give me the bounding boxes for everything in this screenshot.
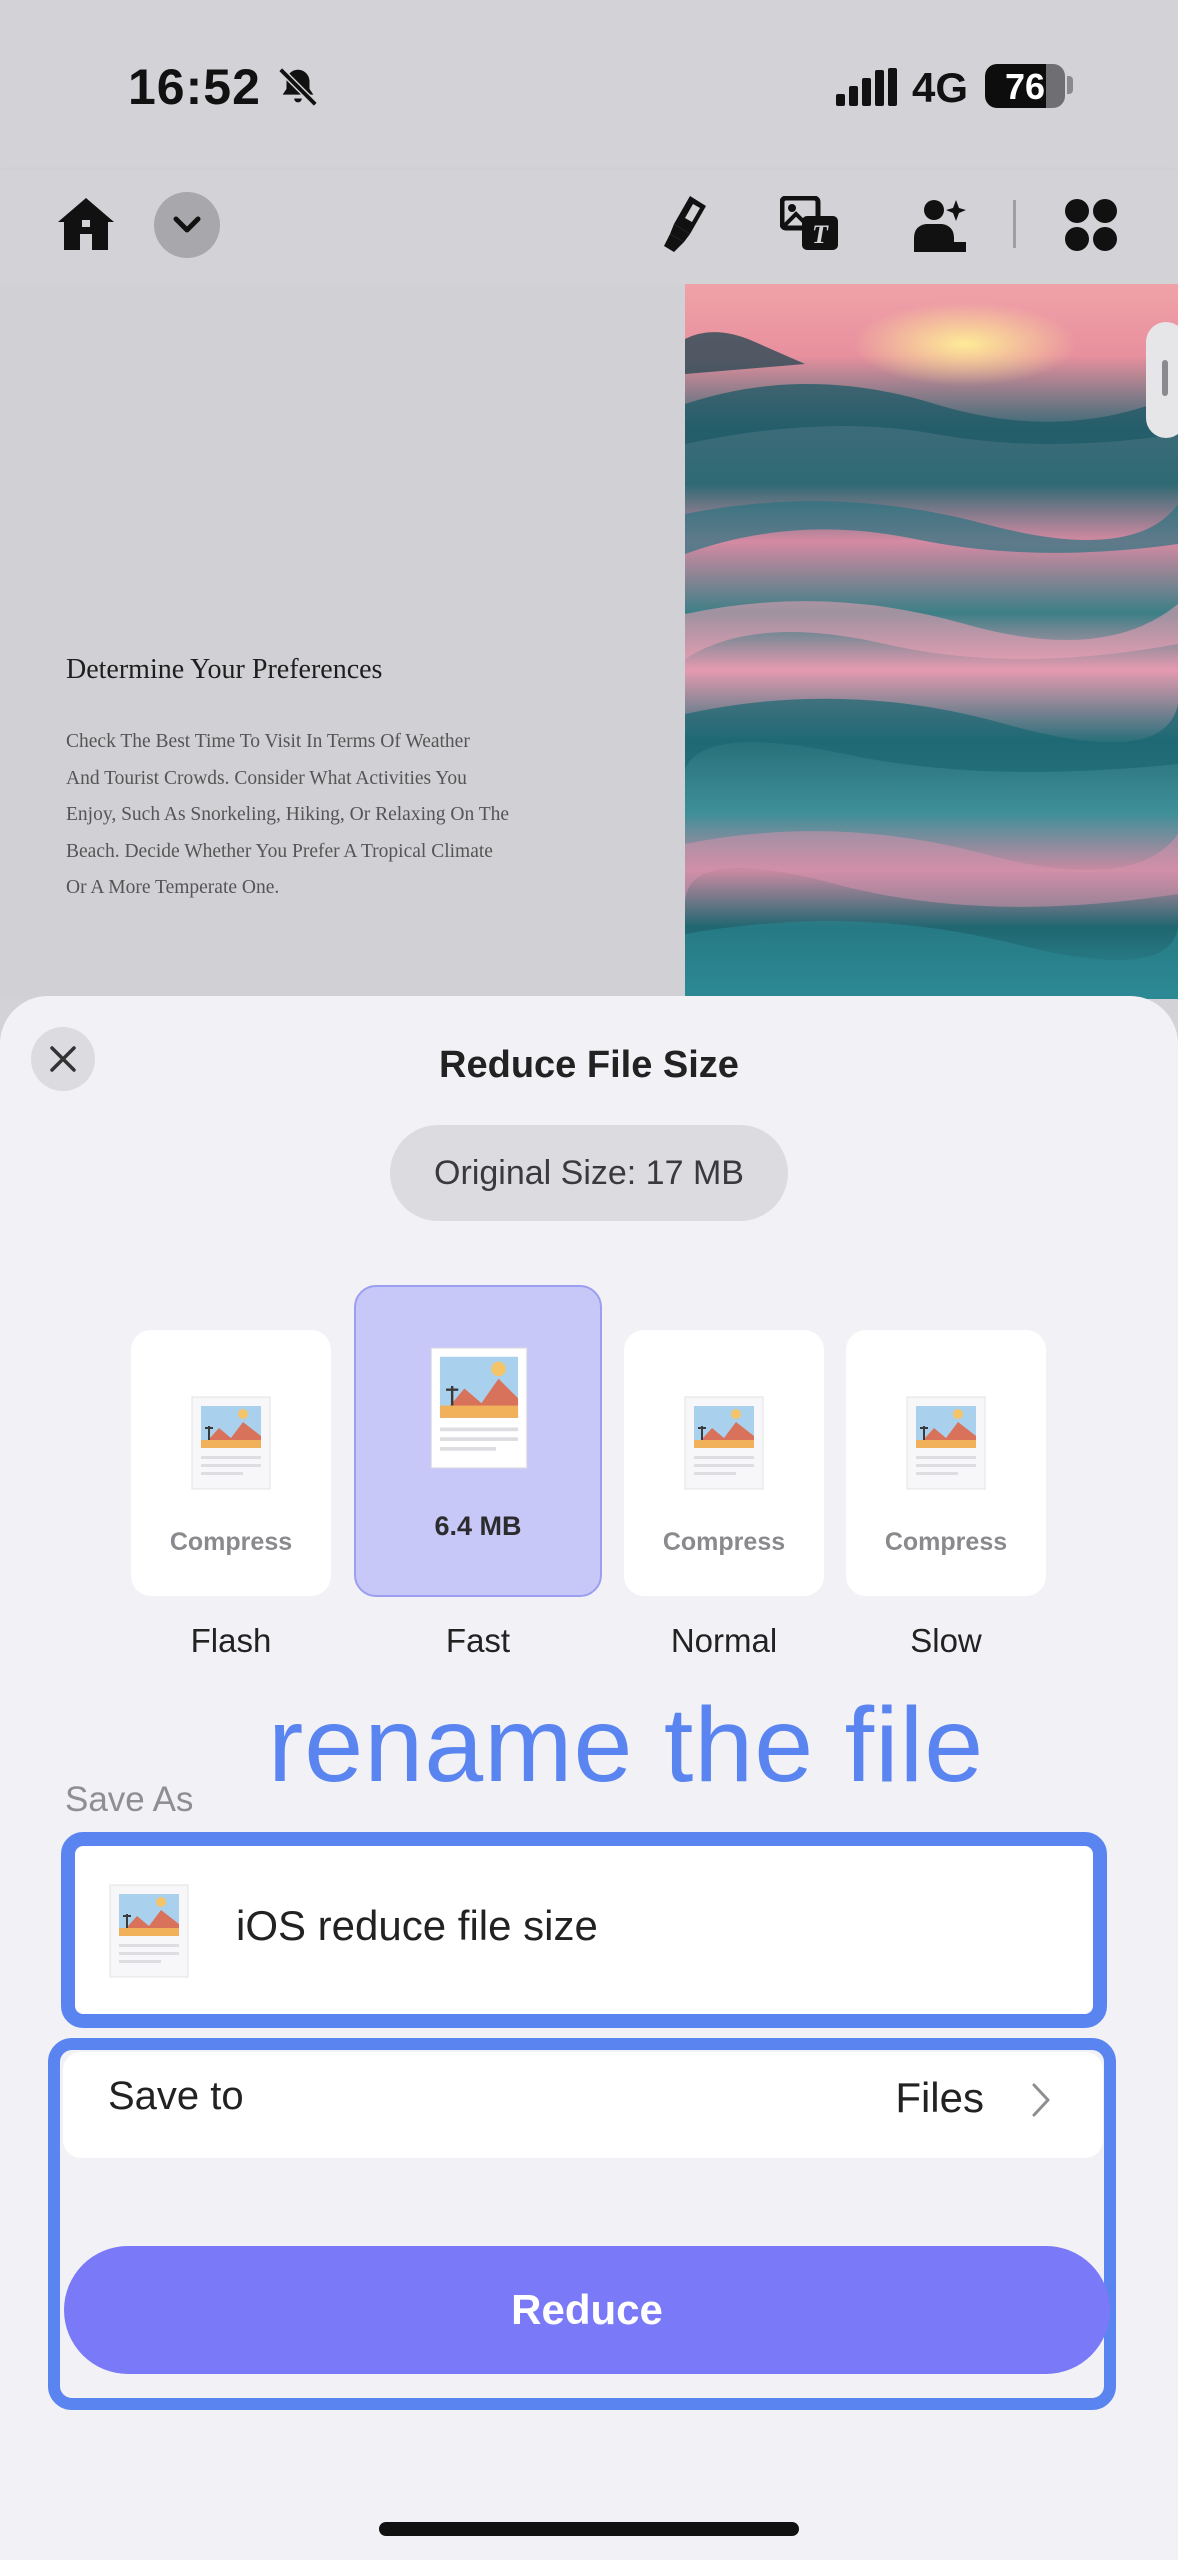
image-text-icon[interactable]: T: [780, 196, 840, 252]
option-fast[interactable]: 6.4 MB: [354, 1285, 602, 1597]
apps-grid-icon[interactable]: [1064, 198, 1118, 252]
home-icon[interactable]: [56, 196, 116, 252]
option-slow[interactable]: Compress: [846, 1330, 1046, 1596]
save-to-label: Save to: [108, 2074, 244, 2118]
document-body: Check The Best Time To Visit In Terms Of…: [66, 724, 566, 907]
annotation-text: rename the file: [268, 1686, 985, 1804]
document-page: Determine Your Preferences Check The Bes…: [0, 284, 1178, 999]
svg-text:T: T: [812, 220, 829, 249]
document-image-icon: [906, 1396, 986, 1490]
battery-tip: [1067, 76, 1073, 94]
save-to-value: Files: [895, 2074, 984, 2121]
chevron-down-icon: [173, 216, 201, 233]
chevron-down-button[interactable]: [154, 192, 220, 258]
option-flash[interactable]: Compress: [131, 1330, 331, 1596]
option-name: Normal: [670, 1622, 778, 1659]
file-name-value[interactable]: iOS reduce file size: [236, 1902, 598, 1950]
save-as-label: Save As: [65, 1780, 194, 1819]
highlighter-icon[interactable]: [660, 192, 710, 254]
option-normal[interactable]: Compress: [624, 1330, 824, 1596]
document-line: Beach. Decide Whether You Prefer A Tropi…: [66, 840, 493, 862]
document-image-icon: [684, 1396, 764, 1490]
ocean-photo: [685, 284, 1178, 999]
document-image-icon: [430, 1347, 528, 1469]
document-line: Enjoy, Such As Snorkeling, Hiking, Or Re…: [66, 804, 510, 825]
document-line: Check The Best Time To Visit In Terms Of…: [66, 731, 470, 752]
chevron-right-icon: [1032, 2083, 1050, 2117]
document-heading: Determine Your Preferences: [66, 654, 383, 685]
toolbar-divider: [1013, 200, 1016, 248]
document-line: Or A More Temperate One.: [66, 877, 280, 898]
signal-icon: [836, 68, 897, 106]
reduce-button[interactable]: Reduce: [64, 2246, 1110, 2374]
scroll-grip: [1162, 360, 1168, 396]
status-bar: 16:52 4G 76: [0, 0, 1178, 170]
document-image-icon: [109, 1884, 189, 1978]
document-line: And Tourist Crowds. Consider What Activi…: [66, 767, 467, 789]
home-indicator[interactable]: [379, 2522, 799, 2536]
top-toolbar: T: [0, 170, 1178, 284]
sheet-title: Reduce File Size: [439, 1044, 739, 1086]
person-sparkle-icon[interactable]: [912, 194, 968, 254]
battery-level: 76: [1004, 66, 1046, 107]
battery-icon: 76: [985, 64, 1065, 108]
option-sub-label: Compress: [662, 1528, 786, 1556]
option-name: Flash: [190, 1622, 272, 1659]
option-sub-label: Compress: [884, 1528, 1008, 1556]
bell-slash-icon: [278, 67, 318, 107]
option-name: Slow: [910, 1622, 982, 1659]
network-type: 4G: [912, 64, 969, 111]
original-size-badge: Original Size: 17 MB: [390, 1125, 788, 1221]
option-sub-label: 6.4 MB: [434, 1511, 522, 1541]
ocean-waves: [685, 332, 1178, 999]
document-image-icon: [191, 1396, 271, 1490]
status-time: 16:52: [128, 59, 261, 115]
option-sub-label: Compress: [169, 1528, 293, 1556]
option-name: Fast: [445, 1622, 511, 1659]
